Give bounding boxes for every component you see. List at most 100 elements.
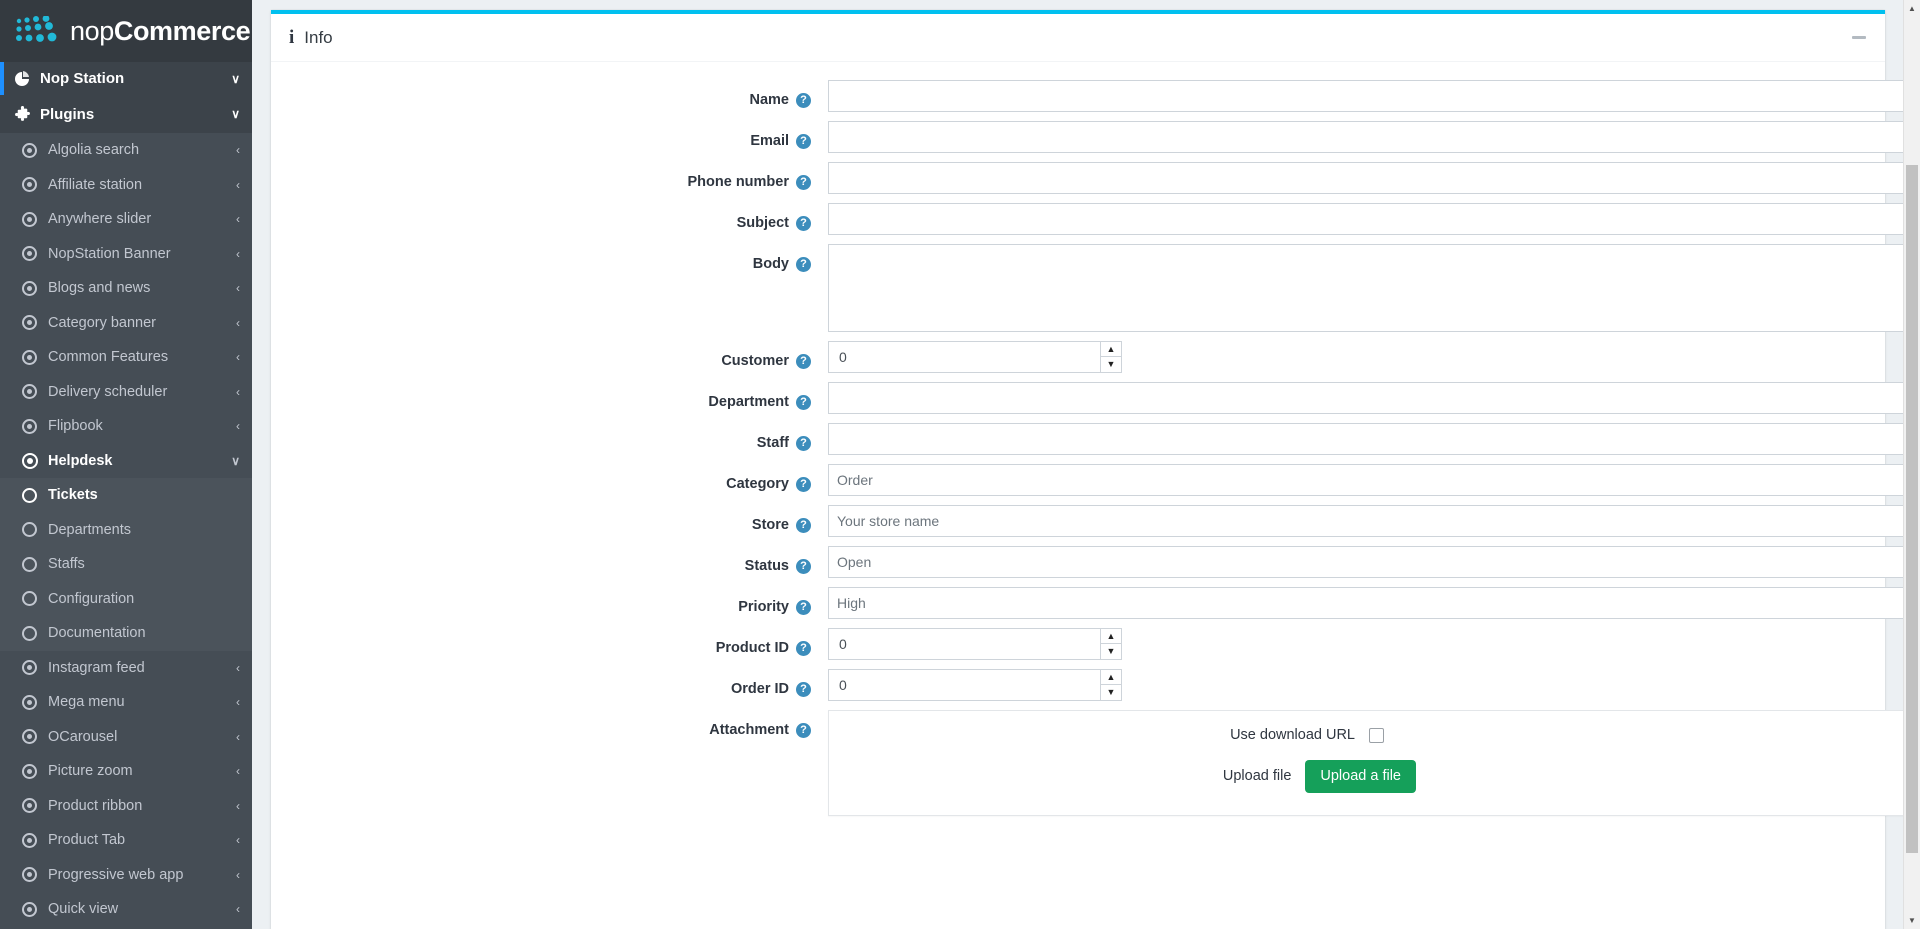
category-select[interactable]: Order: [828, 464, 1920, 496]
upload-a-file-button[interactable]: Upload a file: [1305, 760, 1416, 793]
customer-stepper[interactable]: ▲ ▼: [828, 341, 1122, 373]
help-icon[interactable]: ?: [796, 681, 811, 697]
chevron-left-icon[interactable]: ‹: [236, 903, 240, 915]
sidebar-item-category-banner[interactable]: Category banner ‹: [0, 306, 252, 341]
store-select[interactable]: Your store name: [828, 505, 1920, 537]
sidebar-item-departments[interactable]: Departments: [0, 512, 252, 547]
chevron-left-icon[interactable]: ‹: [236, 662, 240, 674]
minimize-icon[interactable]: [1849, 28, 1869, 48]
sidebar-item-mega-menu[interactable]: Mega menu ‹: [0, 685, 252, 720]
chevron-left-icon[interactable]: ‹: [236, 696, 240, 708]
sidebar-item-affiliate-station[interactable]: Affiliate station ‹: [0, 168, 252, 203]
chevron-left-icon[interactable]: ‹: [236, 179, 240, 191]
chevron-left-icon[interactable]: ‹: [236, 213, 240, 225]
chevron-left-icon[interactable]: ‹: [236, 386, 240, 398]
order-id-input[interactable]: [828, 669, 1100, 701]
chevron-left-icon[interactable]: ‹: [236, 834, 240, 846]
chevron-left-icon[interactable]: ‹: [236, 248, 240, 260]
sidebar-item-nopstation-banner[interactable]: NopStation Banner ‹: [0, 237, 252, 272]
use-download-url-checkbox[interactable]: [1369, 727, 1384, 743]
sidebar-item-product-ribbon[interactable]: Product ribbon ‹: [0, 789, 252, 824]
customer-stepper-buttons[interactable]: ▲ ▼: [1100, 341, 1122, 373]
help-icon[interactable]: ?: [796, 558, 811, 574]
sidebar-item-delivery-scheduler[interactable]: Delivery scheduler ‹: [0, 375, 252, 410]
form-row-store: Store ? Your store name: [271, 505, 1920, 537]
help-icon[interactable]: ?: [796, 256, 811, 272]
radio-empty-icon: [22, 487, 48, 503]
customer-input[interactable]: [828, 341, 1100, 373]
chevron-left-icon[interactable]: ‹: [236, 282, 240, 294]
priority-select[interactable]: High: [828, 587, 1920, 619]
body-textarea[interactable]: [828, 244, 1920, 332]
chevron-down-icon[interactable]: ∨: [231, 108, 240, 120]
sidebar-item-blogs-and-news[interactable]: Blogs and news ‹: [0, 271, 252, 306]
email-input[interactable]: [828, 121, 1920, 153]
subject-input[interactable]: [828, 203, 1920, 235]
help-icon[interactable]: ?: [796, 133, 811, 149]
chevron-left-icon[interactable]: ‹: [236, 351, 240, 363]
help-icon[interactable]: ?: [796, 476, 811, 492]
sidebar-item-staffs[interactable]: Staffs: [0, 547, 252, 582]
sidebar-item-picture-zoom[interactable]: Picture zoom ‹: [0, 754, 252, 789]
product-id-stepper-buttons[interactable]: ▲ ▼: [1100, 628, 1122, 660]
help-icon[interactable]: ?: [796, 640, 811, 656]
stepper-down-icon[interactable]: ▼: [1101, 644, 1121, 659]
sidebar-item-ocarousel[interactable]: OCarousel ‹: [0, 720, 252, 755]
staff-select[interactable]: [828, 423, 1920, 455]
help-icon[interactable]: ?: [796, 215, 811, 231]
sidebar-item-product-tab[interactable]: Product Tab ‹: [0, 823, 252, 858]
chevron-left-icon[interactable]: ‹: [236, 869, 240, 881]
status-select[interactable]: Open: [828, 546, 1920, 578]
sidebar-item-common-features[interactable]: Common Features ‹: [0, 340, 252, 375]
sidebar-item-progressive-web-app[interactable]: Progressive web app ‹: [0, 858, 252, 893]
chevron-left-icon[interactable]: ‹: [236, 800, 240, 812]
stepper-down-icon[interactable]: ▼: [1101, 685, 1121, 700]
chevron-left-icon[interactable]: ‹: [236, 765, 240, 777]
radio-dot-icon: [22, 211, 48, 227]
help-icon[interactable]: ?: [796, 435, 811, 451]
product-id-input[interactable]: [828, 628, 1100, 660]
help-icon[interactable]: ?: [796, 394, 811, 410]
stepper-up-icon[interactable]: ▲: [1101, 629, 1121, 644]
order-id-stepper[interactable]: ▲ ▼: [828, 669, 1122, 701]
stepper-up-icon[interactable]: ▲: [1101, 670, 1121, 685]
sidebar-item-configuration[interactable]: Configuration: [0, 581, 252, 616]
chevron-left-icon[interactable]: ‹: [236, 317, 240, 329]
help-icon[interactable]: ?: [796, 92, 811, 108]
chevron-down-icon[interactable]: ∨: [231, 73, 240, 85]
page-scrollbar[interactable]: ▲ ▼: [1903, 0, 1920, 929]
sidebar-item-documentation[interactable]: Documentation: [0, 616, 252, 651]
chevron-left-icon[interactable]: ‹: [236, 420, 240, 432]
sidebar-item-flipbook[interactable]: Flipbook ‹: [0, 409, 252, 444]
department-select[interactable]: [828, 382, 1920, 414]
stepper-down-icon[interactable]: ▼: [1101, 357, 1121, 372]
brand-logo[interactable]: nopCommerce: [0, 0, 252, 62]
help-icon[interactable]: ?: [796, 174, 811, 190]
product-id-stepper[interactable]: ▲ ▼: [828, 628, 1122, 660]
help-icon[interactable]: ?: [796, 353, 811, 369]
sidebar-item-nop-station[interactable]: Nop Station ∨: [0, 62, 252, 95]
chevron-left-icon[interactable]: ‹: [236, 144, 240, 156]
sidebar-item-plugins[interactable]: Plugins ∨: [0, 95, 252, 133]
scrollbar-up-arrow-icon[interactable]: ▲: [1904, 0, 1920, 17]
sidebar-item-tickets[interactable]: Tickets: [0, 478, 252, 513]
sidebar-item-anywhere-slider[interactable]: Anywhere slider ‹: [0, 202, 252, 237]
help-icon[interactable]: ?: [796, 599, 811, 615]
chevron-left-icon[interactable]: ‹: [236, 731, 240, 743]
radio-dot-icon: [22, 452, 48, 469]
sidebar-item-algolia-search[interactable]: Algolia search ‹: [0, 133, 252, 168]
sidebar-item-instagram-feed[interactable]: Instagram feed ‹: [0, 651, 252, 686]
help-icon[interactable]: ?: [796, 517, 811, 533]
sidebar-item-helpdesk[interactable]: Helpdesk ∨: [0, 443, 252, 478]
sidebar-plugin-list-continued: Instagram feed ‹ Mega menu ‹ OCarousel ‹ Pictu…: [0, 651, 252, 929]
scrollbar-thumb[interactable]: [1906, 165, 1918, 853]
order-id-stepper-buttons[interactable]: ▲ ▼: [1100, 669, 1122, 701]
name-input[interactable]: [828, 80, 1920, 112]
chevron-down-icon[interactable]: ∨: [231, 455, 240, 467]
stepper-up-icon[interactable]: ▲: [1101, 342, 1121, 357]
radio-empty-icon: [22, 522, 48, 538]
sidebar-item-quick-view[interactable]: Quick view ‹: [0, 892, 252, 927]
help-icon[interactable]: ?: [796, 722, 811, 738]
phone-number-input[interactable]: [828, 162, 1920, 194]
scrollbar-down-arrow-icon[interactable]: ▼: [1904, 912, 1920, 929]
